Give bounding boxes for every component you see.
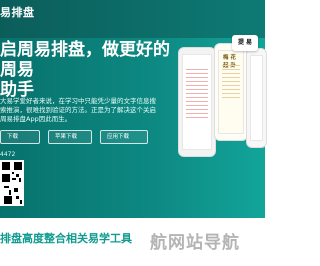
- phone-mockup-2-screen: 梅 花 起 卦: [218, 50, 244, 134]
- phone-mockup-1-screen: [182, 54, 212, 150]
- hero-description: 大易学爱好者来说，在学习中只能凭少量的文字信息搜索推演，很难找到验证的方法。正是…: [0, 97, 156, 123]
- watermark-text: 航网站导航: [150, 233, 240, 253]
- download-button-3-label: 应用下载: [107, 134, 130, 140]
- download-button-2[interactable]: 苹果下载: [48, 130, 92, 144]
- download-button-2-label: 苹果下载: [55, 134, 78, 140]
- qr-code[interactable]: [0, 160, 24, 206]
- top-header: 易排盘: [0, 0, 265, 38]
- phone-mockup-2-title: 梅 花 起 卦: [223, 55, 236, 69]
- gift-badge[interactable]: 提 易: [232, 35, 258, 51]
- hero-title: 启周易排盘，做更好的周易 助手: [0, 40, 180, 100]
- phone-mockup-3: [246, 48, 267, 148]
- brand-logo-text[interactable]: 易排盘: [0, 4, 35, 20]
- phone-number-text: 4472: [0, 151, 16, 158]
- phone-mockup-1: [178, 47, 216, 157]
- phone-mockup-2: 梅 花 起 卦: [214, 43, 248, 141]
- download-button-row: 下载 苹果下载 应用下载: [0, 130, 148, 144]
- features-heading: 排盘高度整合相关易学工具: [0, 232, 132, 245]
- hero-title-line1: 启周易排盘，做更好的周易: [0, 40, 170, 80]
- download-button-3[interactable]: 应用下载: [100, 130, 148, 144]
- download-button-1-label: 下载: [7, 134, 19, 140]
- phone-mockup-3-screen: [250, 55, 263, 141]
- download-button-1[interactable]: 下载: [0, 130, 40, 144]
